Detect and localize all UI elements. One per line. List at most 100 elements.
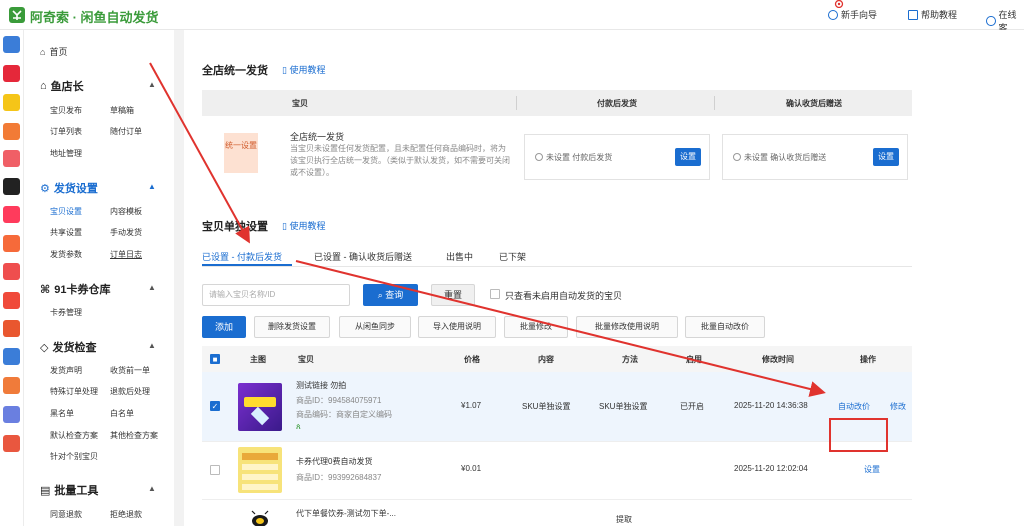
- pin-marker-icon: [834, 0, 844, 8]
- tag-app-icon[interactable]: [3, 406, 20, 423]
- chevron-up-icon[interactable]: ▲: [148, 283, 156, 292]
- box-app-icon[interactable]: [3, 377, 20, 394]
- tab-after-payment[interactable]: 已设置 - 付款后发货: [202, 250, 282, 263]
- sidebar-item-content-template[interactable]: 内容模板: [110, 206, 142, 217]
- item-price: ¥0.01: [461, 464, 482, 473]
- edit-link[interactable]: 修改: [890, 401, 906, 412]
- sidebar-item-item-settings[interactable]: 宝贝设置: [50, 206, 82, 217]
- set-after-payment-button[interactable]: 设置: [675, 148, 701, 166]
- app-title: 阿奇索 · 闲鱼自动发货: [30, 10, 159, 25]
- section-delivery-settings[interactable]: ⚙ 发货设置: [40, 180, 98, 196]
- sidebar-item-other-check[interactable]: 其他检查方案: [110, 430, 158, 441]
- unified-help-link[interactable]: ▯ 使用教程: [282, 63, 325, 76]
- sidebar-item-address[interactable]: 地址管理: [50, 148, 82, 159]
- add-button[interactable]: 添加: [202, 316, 246, 338]
- douyin-icon[interactable]: [3, 178, 20, 195]
- radio-circle-icon[interactable]: [733, 153, 741, 161]
- row-checkbox[interactable]: ✓: [210, 401, 220, 411]
- product-thumbnail[interactable]: [238, 383, 282, 431]
- query-button[interactable]: ⌕ 查询: [363, 284, 418, 306]
- sidebar-item-special-orders[interactable]: 特殊订单处理: [50, 386, 98, 397]
- batch-auto-price-button[interactable]: 批量自动改价: [685, 316, 765, 338]
- tab-on-sale[interactable]: 出售中: [446, 250, 473, 263]
- table-row[interactable]: ✓ 测试链接 勿拍 商品ID：994584075971 商品编码：商家自定义编码…: [202, 372, 912, 442]
- tab-off-shelf[interactable]: 已下架: [499, 250, 526, 263]
- red-app-icon[interactable]: [3, 320, 20, 337]
- only-unused-checkbox[interactable]: [490, 289, 500, 299]
- help-doc-link[interactable]: 帮助教程: [908, 8, 957, 21]
- import-guide-button[interactable]: 导入使用说明: [418, 316, 496, 338]
- auto-price-link[interactable]: 自动改价: [838, 401, 870, 412]
- sidebar-item-drafts[interactable]: 草稿箱: [110, 105, 134, 116]
- headset-icon: [986, 16, 996, 26]
- single-help-link[interactable]: ▯ 使用教程: [282, 219, 325, 232]
- row-checkbox[interactable]: [210, 465, 220, 475]
- sync-from-xianyu-button[interactable]: 从闲鱼同步: [339, 316, 411, 338]
- sidebar-item-pay-orders[interactable]: 随付订单: [110, 126, 142, 137]
- chevron-up-icon[interactable]: ▲: [148, 484, 156, 493]
- chevron-up-icon[interactable]: ▲: [148, 341, 156, 350]
- circle-app-icon[interactable]: [3, 348, 20, 365]
- taobao-icon[interactable]: [3, 123, 20, 140]
- search-input[interactable]: 请输入宝贝名称/ID: [202, 284, 350, 306]
- shop-icon[interactable]: [3, 292, 20, 309]
- sidebar-item-delivery-statement[interactable]: 发货声明: [50, 365, 82, 376]
- sidebar-item-delivery-params[interactable]: 发货参数: [50, 249, 82, 260]
- fish-app-icon[interactable]: [3, 65, 20, 82]
- unify-badge: 统一设置: [224, 133, 258, 173]
- set-after-receipt-button[interactable]: 设置: [873, 148, 899, 166]
- item-title[interactable]: 卡券代理0费自动发货: [296, 456, 372, 467]
- after-payment-setting-box: 未设置 付款后发货 设置: [524, 134, 710, 180]
- sidebar-item-publish[interactable]: 宝贝发布: [50, 105, 82, 116]
- sidebar-item-blacklist[interactable]: 黑名单: [50, 408, 74, 419]
- select-all-checkbox[interactable]: ■: [210, 354, 220, 364]
- app-grid-icon[interactable]: [3, 36, 20, 53]
- sidebar-item-order-log[interactable]: 订单日志: [110, 249, 142, 260]
- sidebar-item-manual-delivery[interactable]: 手动发货: [110, 227, 142, 238]
- delete-setting-button[interactable]: 删除发货设置: [254, 316, 330, 338]
- shield-icon: ◇: [40, 341, 49, 354]
- sidebar: ⌂ 首页 ⌂ 鱼店长 ▲ 宝贝发布 草稿箱 订单列表 随付订单 地址管理 ⚙ 发货设…: [28, 30, 174, 526]
- batch-edit-button[interactable]: 批量修改: [504, 316, 568, 338]
- tab-after-receipt[interactable]: 已设置 - 确认收货后赠送: [314, 250, 412, 263]
- refresh-app-icon[interactable]: [3, 435, 20, 452]
- pdd-icon[interactable]: [3, 235, 20, 252]
- section-delivery-check[interactable]: ◇ 发货检查: [40, 339, 96, 355]
- sidebar-item-agree-refund[interactable]: 同意退款: [50, 509, 82, 520]
- sidebar-item-reject-refund[interactable]: 拒绝退款: [110, 509, 142, 520]
- table-row[interactable]: 代下单餐饮券-测试勿下单-... 提取: [202, 500, 912, 526]
- sidebar-item-default-check[interactable]: 默认检查方案: [50, 430, 98, 441]
- like-icon[interactable]: [3, 263, 20, 280]
- goofish-icon[interactable]: [3, 94, 20, 111]
- chevron-up-icon[interactable]: ▲: [148, 80, 156, 89]
- newbie-guide-link[interactable]: 新手向导: [828, 8, 877, 21]
- sidebar-item-orders[interactable]: 订单列表: [50, 126, 82, 137]
- col-item: 宝贝: [292, 99, 308, 108]
- bee-icon: [251, 510, 269, 526]
- item-title[interactable]: 测试链接 勿拍: [296, 380, 346, 391]
- radio-circle-icon[interactable]: [535, 153, 543, 161]
- sidebar-item-share-settings[interactable]: 共享设置: [50, 227, 82, 238]
- sidebar-item-before-receipt[interactable]: 收货前一单: [110, 365, 150, 376]
- sidebar-item-card-manage[interactable]: 卡券管理: [50, 307, 82, 318]
- section-card-warehouse[interactable]: ⌘ 91卡券仓库: [40, 281, 110, 297]
- store-icon[interactable]: [3, 150, 20, 167]
- chevron-up-icon[interactable]: ▲: [148, 182, 156, 191]
- sidebar-item-whitelist[interactable]: 白名单: [110, 408, 134, 419]
- section-batch-tools[interactable]: ▤ 批量工具: [40, 482, 98, 498]
- section-fish-manager[interactable]: ⌂ 鱼店长: [40, 78, 84, 94]
- unify-item-desc: 当宝贝未设置任何发货配置，且未配置任何商品编码时，将为该宝贝执行全店统一发货。（…: [290, 144, 510, 177]
- set-link[interactable]: 设置: [864, 464, 880, 475]
- xiaohongshu-icon[interactable]: [3, 206, 20, 223]
- item-modified-time: 2025-11-20 12:02:04: [734, 464, 808, 473]
- product-thumbnail[interactable]: [246, 510, 274, 526]
- sidebar-item-home[interactable]: ⌂ 首页: [40, 45, 67, 58]
- sidebar-item-after-refund[interactable]: 退款后处理: [110, 386, 150, 397]
- reset-button[interactable]: 重置: [431, 284, 475, 306]
- unified-table-header: 宝贝 付款后发货 确认收货后赠送: [202, 90, 912, 116]
- item-title[interactable]: 代下单餐饮券-测试勿下单-...: [296, 508, 396, 519]
- product-thumbnail[interactable]: [238, 447, 282, 493]
- batch-edit-guide-button[interactable]: 批量修改使用说明: [576, 316, 678, 338]
- sidebar-item-specific-items[interactable]: 针对个别宝贝: [50, 451, 98, 462]
- table-row[interactable]: 卡券代理0费自动发货 商品ID：993992684837 ¥0.01 2025-…: [202, 442, 912, 500]
